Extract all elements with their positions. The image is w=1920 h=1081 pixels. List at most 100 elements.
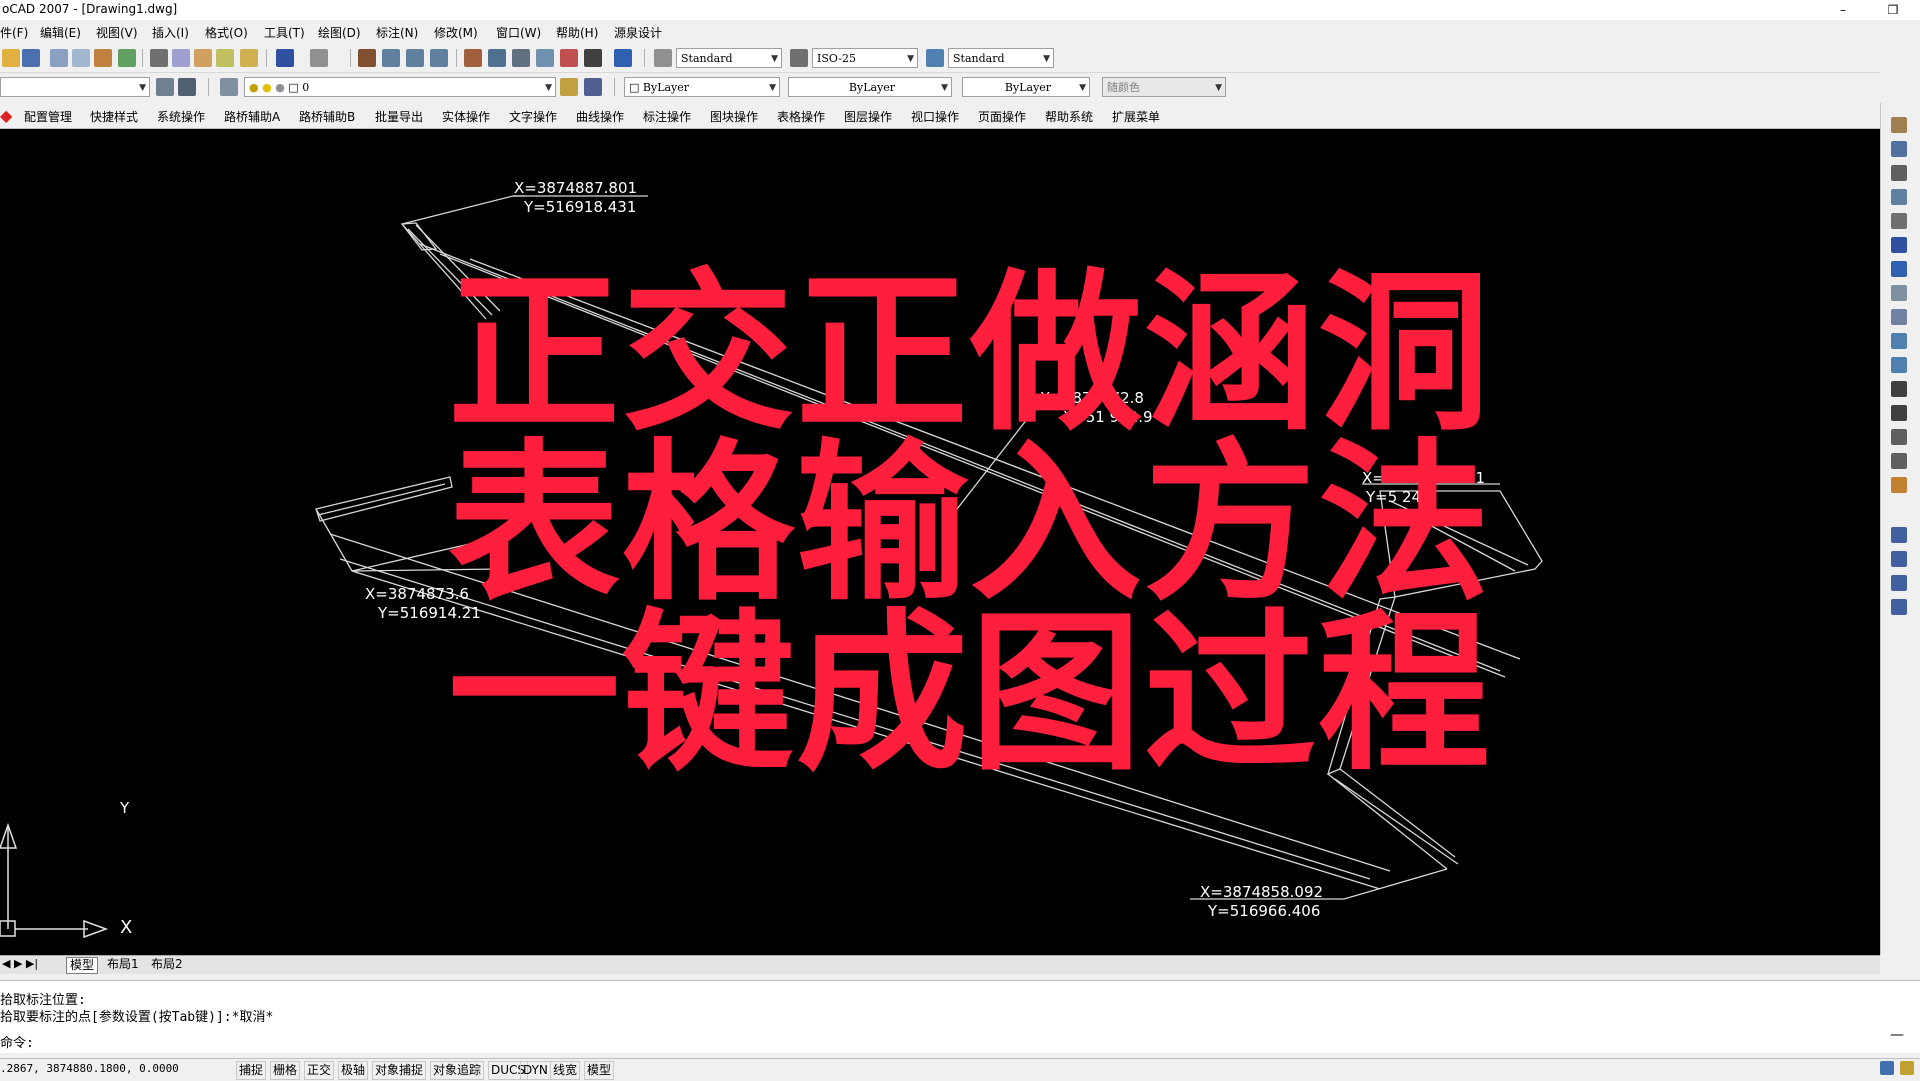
layer-manager-icon[interactable] — [220, 78, 238, 96]
menu-edit[interactable]: 编辑(E) — [40, 24, 81, 41]
offset-icon[interactable] — [1891, 189, 1907, 205]
restore-button[interactable]: ❐ — [1880, 1, 1906, 19]
tab-layout1[interactable]: 布局1 — [104, 957, 142, 972]
communication-icon[interactable] — [1880, 1061, 1894, 1075]
menu-format[interactable]: 格式(O) — [205, 24, 248, 41]
preview-icon[interactable] — [72, 49, 90, 67]
zoom-previous-icon[interactable] — [430, 49, 448, 67]
plugin-menu-item[interactable]: 配置管理 — [24, 108, 72, 125]
menu-help[interactable]: 帮助(H) — [556, 24, 598, 41]
array-icon[interactable] — [1891, 213, 1907, 229]
snap-toggle[interactable]: 捕捉 — [236, 1061, 267, 1080]
undo-icon[interactable] — [276, 49, 294, 67]
lineweight-select[interactable]: ByLayer ▼ — [962, 77, 1090, 97]
plugin-menu-item[interactable]: 快捷样式 — [90, 108, 138, 125]
erase-icon[interactable] — [1891, 117, 1907, 133]
sheet-set-icon[interactable] — [536, 49, 554, 67]
otrack-toggle[interactable]: 对象追踪 — [430, 1061, 485, 1080]
trim-icon[interactable] — [1891, 333, 1907, 349]
break-icon[interactable] — [1891, 381, 1907, 397]
match-properties-icon[interactable] — [216, 49, 234, 67]
plugin-menu-item[interactable]: 实体操作 — [442, 108, 490, 125]
plugin-menu-item[interactable]: 页面操作 — [978, 108, 1026, 125]
plugin-menu-item[interactable]: 系统操作 — [157, 108, 205, 125]
tab-model[interactable]: 模型 — [66, 957, 99, 974]
minimize-button[interactable]: – — [1830, 1, 1856, 19]
paste-icon[interactable] — [194, 49, 212, 67]
plugin-menu-item[interactable]: 图块操作 — [710, 108, 758, 125]
send-under-icon[interactable] — [1891, 599, 1907, 615]
workspace-save-icon[interactable] — [178, 78, 196, 96]
explode-icon[interactable] — [1891, 477, 1907, 493]
menu-modify[interactable]: 修改(M) — [434, 24, 478, 41]
extend-icon[interactable] — [1891, 357, 1907, 373]
tab-layout2[interactable]: 布局2 — [148, 957, 186, 972]
polar-toggle[interactable]: 极轴 — [338, 1061, 369, 1080]
menu-view[interactable]: 视图(V) — [96, 24, 138, 41]
zoom-realtime-icon[interactable] — [382, 49, 400, 67]
zoom-window-icon[interactable] — [406, 49, 424, 67]
send-back-icon[interactable] — [1891, 575, 1907, 591]
menu-tools[interactable]: 工具(T) — [264, 24, 305, 41]
copy-icon[interactable] — [172, 49, 190, 67]
menu-dimension[interactable]: 标注(N) — [376, 24, 418, 41]
color-select[interactable]: □ ByLayer ▼ — [624, 77, 780, 97]
plugin-menu-item[interactable]: 路桥辅助B — [299, 108, 355, 125]
lineweight-toggle[interactable]: 线宽 — [550, 1061, 581, 1080]
redo-icon[interactable] — [310, 49, 328, 67]
draw-order-icon[interactable] — [1891, 527, 1907, 543]
plugin-menu-item[interactable]: 文字操作 — [509, 108, 557, 125]
menu-window[interactable]: 窗口(W) — [496, 24, 541, 41]
dim-style-select[interactable]: ISO-25 ▼ — [812, 48, 918, 68]
mirror-icon[interactable] — [1891, 165, 1907, 181]
properties-icon[interactable] — [464, 49, 482, 67]
copy-object-icon[interactable] — [1891, 141, 1907, 157]
stretch-icon[interactable] — [1891, 309, 1907, 325]
help-icon[interactable] — [614, 49, 632, 67]
calculator-icon[interactable] — [584, 49, 602, 67]
menu-insert[interactable]: 插入(I) — [152, 24, 189, 41]
minimize-command-icon[interactable]: — — [1890, 1027, 1904, 1043]
layer-previous-icon[interactable] — [584, 78, 602, 96]
publish-icon[interactable] — [94, 49, 112, 67]
make-current-icon[interactable] — [560, 78, 578, 96]
tray-settings-icon[interactable] — [1900, 1061, 1914, 1075]
ortho-toggle[interactable]: 正交 — [304, 1061, 335, 1080]
plugin-menu-item[interactable]: 标注操作 — [643, 108, 691, 125]
linetype-select[interactable]: ByLayer ▼ — [788, 77, 952, 97]
osnap-toggle[interactable]: 对象捕捉 — [372, 1061, 427, 1080]
workspace-settings-icon[interactable] — [156, 78, 174, 96]
move-icon[interactable] — [1891, 237, 1907, 253]
grid-toggle[interactable]: 栅格 — [270, 1061, 301, 1080]
table-style-select[interactable]: Standard ▼ — [948, 48, 1054, 68]
plugin-menu-item[interactable]: 路桥辅助A — [224, 108, 280, 125]
chamfer-icon[interactable] — [1891, 429, 1907, 445]
plugin-menu-item[interactable]: 批量导出 — [375, 108, 423, 125]
join-icon[interactable] — [1891, 405, 1907, 421]
save-icon[interactable] — [22, 49, 40, 67]
plugin-menu-item[interactable]: 视口操作 — [911, 108, 959, 125]
plugin-menu-item[interactable]: 扩展菜单 — [1112, 108, 1160, 125]
markup-icon[interactable] — [560, 49, 578, 67]
open-icon[interactable] — [2, 49, 20, 67]
tab-nav-arrows-icon[interactable]: ◀ ▶ ▶| — [2, 957, 38, 970]
rotate-icon[interactable] — [1891, 261, 1907, 277]
plugin-menu-item[interactable]: 帮助系统 — [1045, 108, 1093, 125]
design-center-icon[interactable] — [488, 49, 506, 67]
print-icon[interactable] — [50, 49, 68, 67]
plot-icon[interactable] — [118, 49, 136, 67]
model-toggle[interactable]: 模型 — [584, 1061, 615, 1080]
drawing-canvas[interactable]: Y X X=3874887.801 Y=516918.431 X=3874872… — [0, 129, 1880, 955]
pan-icon[interactable] — [358, 49, 376, 67]
plugin-menu-item[interactable]: 曲线操作 — [576, 108, 624, 125]
cut-icon[interactable] — [150, 49, 168, 67]
menu-draw[interactable]: 绘图(D) — [318, 24, 361, 41]
menu-yuanquan[interactable]: 源泉设计 — [614, 24, 662, 41]
scale-icon[interactable] — [1891, 285, 1907, 301]
block-editor-icon[interactable] — [240, 49, 258, 67]
bring-front-icon[interactable] — [1891, 551, 1907, 567]
command-window[interactable]: 拾取标注位置: 拾取要标注的点[参数设置(按Tab键)]:*取消* 命令: — — [0, 980, 1920, 1053]
layer-select[interactable]: ● ● ● □ 0 ▼ — [244, 77, 556, 97]
text-style-select[interactable]: Standard ▼ — [676, 48, 782, 68]
plugin-menu-item[interactable]: 表格操作 — [777, 108, 825, 125]
